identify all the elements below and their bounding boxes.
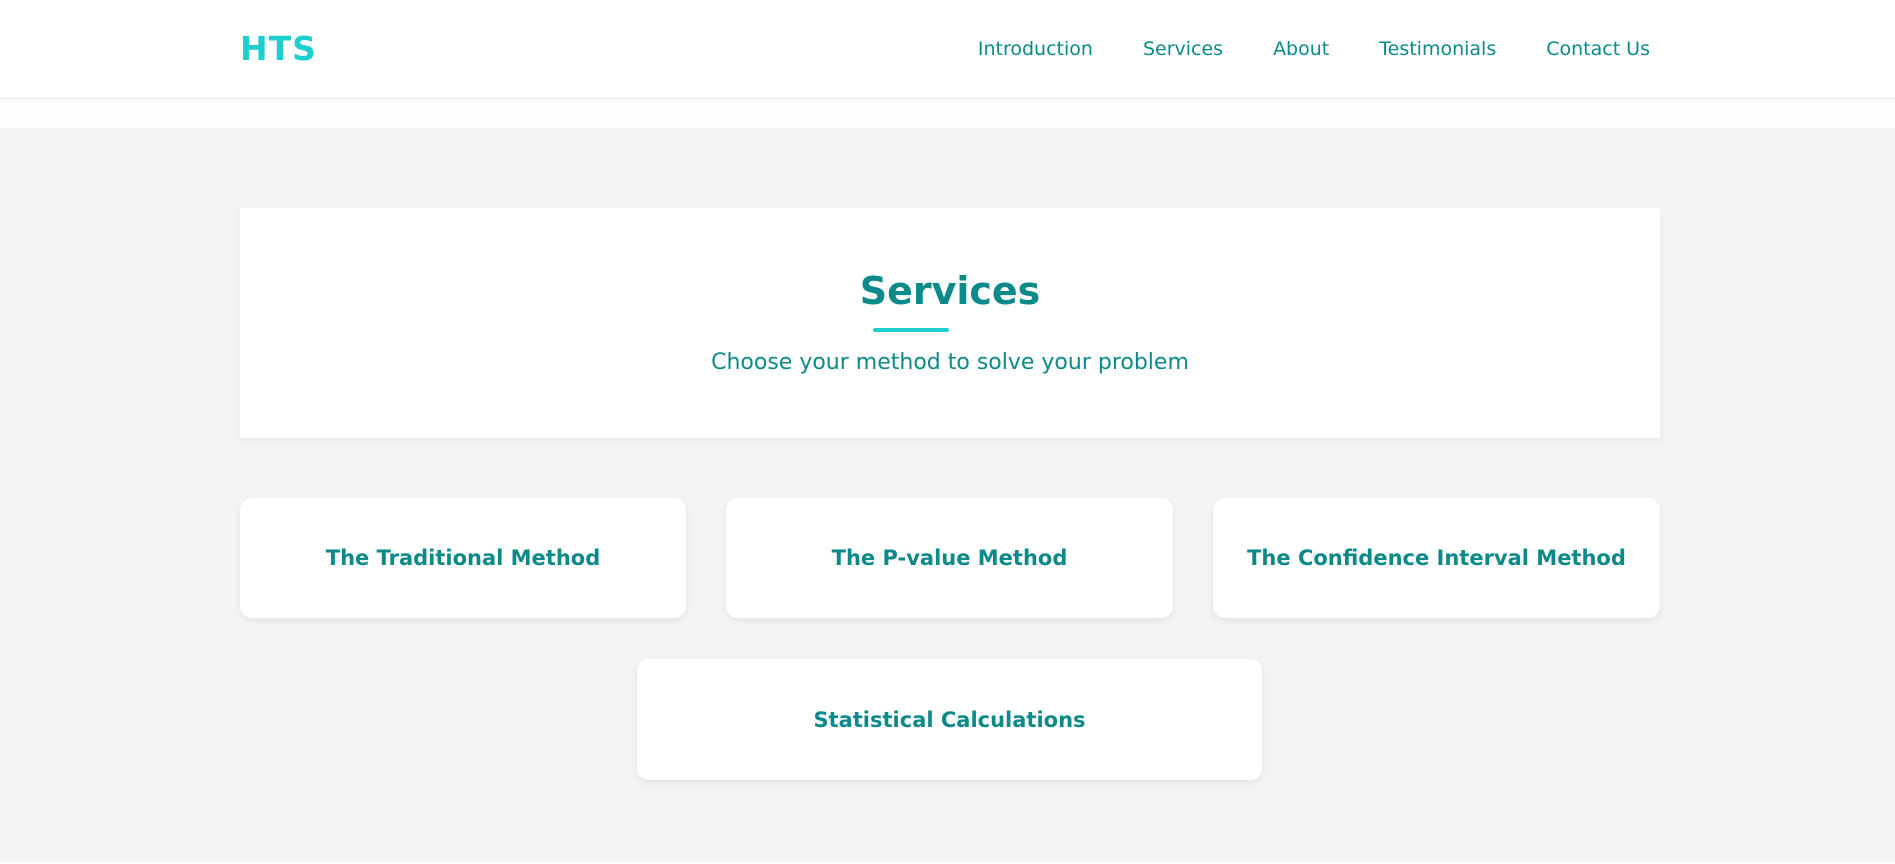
services-section: Services Choose your method to solve you… [0, 128, 1895, 862]
nav-link-about[interactable]: About [1273, 38, 1329, 60]
nav-item-contact: Contact Us [1546, 36, 1650, 62]
title-underline [873, 328, 949, 332]
nav-item-introduction: Introduction [978, 36, 1093, 62]
method-card-label: The Confidence Interval Method [1247, 546, 1626, 570]
method-card-statistical-calculations[interactable]: Statistical Calculations [637, 659, 1262, 780]
top-navbar: HTS Introduction Services About Testimon… [0, 0, 1895, 97]
nav-item-about: About [1273, 36, 1329, 62]
nav-link-services[interactable]: Services [1143, 38, 1223, 60]
services-title: Services [859, 269, 1041, 313]
site-logo[interactable]: HTS [240, 29, 317, 69]
services-header-card: Services Choose your method to solve you… [240, 208, 1660, 438]
nav-link-testimonials[interactable]: Testimonials [1379, 38, 1496, 60]
nav-item-services: Services [1143, 36, 1223, 62]
method-card-p-value[interactable]: The P-value Method [726, 498, 1173, 618]
nav-item-testimonials: Testimonials [1379, 36, 1496, 62]
method-card-confidence-interval[interactable]: The Confidence Interval Method [1213, 498, 1660, 618]
method-card-label: Statistical Calculations [813, 707, 1086, 732]
services-subtitle: Choose your method to solve your problem [711, 350, 1189, 375]
nav-link-contact-us[interactable]: Contact Us [1546, 38, 1650, 60]
method-card-traditional[interactable]: The Traditional Method [240, 498, 686, 618]
nav-link-introduction[interactable]: Introduction [978, 38, 1093, 60]
method-card-label: The Traditional Method [325, 546, 601, 570]
main-nav: Introduction Services About Testimonials… [978, 36, 1650, 62]
method-card-label: The P-value Method [831, 546, 1068, 570]
header-spacer [0, 97, 1895, 128]
